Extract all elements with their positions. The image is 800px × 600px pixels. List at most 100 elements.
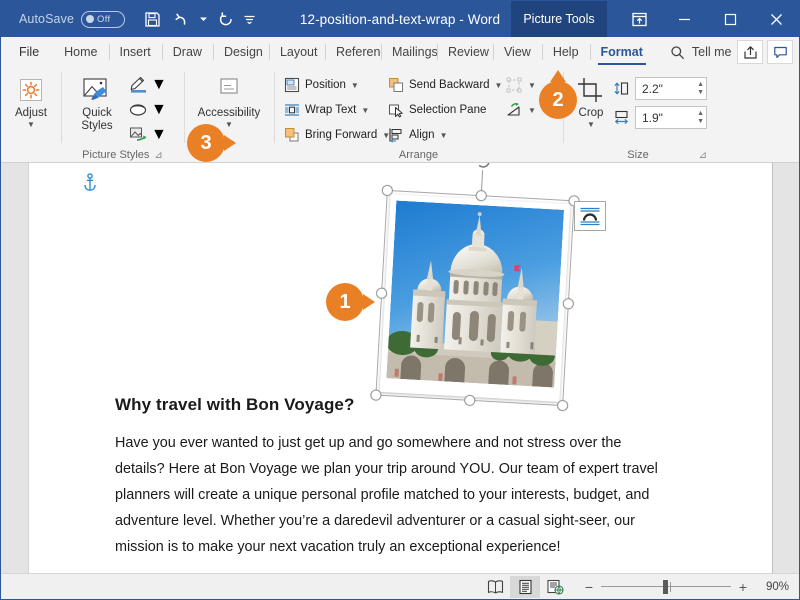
resize-handle-bottom-center[interactable] (463, 394, 476, 407)
callout-1: 1 (326, 283, 375, 321)
crop-icon (575, 74, 607, 106)
shape-width-stepper[interactable]: ▲ ▼ (697, 110, 704, 125)
resize-handle-bottom-left[interactable] (370, 389, 382, 401)
document-area[interactable]: Why travel with Bon Voyage? Have you eve… (1, 163, 799, 573)
chevron-down-icon[interactable]: ▼ (225, 121, 233, 129)
minimize-button[interactable] (661, 1, 707, 37)
chevron-down-icon[interactable]: ▼ (528, 106, 536, 115)
send-backward-icon (387, 76, 405, 94)
quick-access-toolbar (139, 6, 257, 32)
autosave-switch[interactable]: Off (81, 10, 126, 28)
ribbon-group-adjust-label (7, 146, 55, 163)
resize-handle-top-center[interactable] (474, 189, 487, 202)
chevron-down-icon[interactable]: ▼ (440, 131, 448, 140)
chevron-down-icon[interactable]: ▼ (528, 81, 536, 90)
save-icon[interactable] (139, 6, 165, 32)
pen-border-icon (129, 76, 148, 94)
align-button[interactable]: Align ▼ (384, 123, 502, 147)
shape-height-value: 2.2" (642, 81, 663, 96)
maximize-button[interactable] (707, 1, 753, 37)
rotate-handle-icon[interactable] (472, 163, 493, 171)
comments-button[interactable] (767, 40, 793, 64)
resize-handle-bottom-right[interactable] (556, 399, 569, 412)
zoom-slider[interactable] (601, 579, 731, 594)
shape-width-value: 1.9" (642, 110, 663, 125)
chevron-down-icon[interactable]: ▼ (151, 76, 167, 94)
size-fields: 2.2" ▲ ▼ 1.9" ▲ ▼ (613, 71, 707, 129)
contextual-tab-picture-tools[interactable]: Picture Tools (511, 1, 607, 37)
adjust-label: Adjust (15, 107, 47, 119)
zoom-control: − + 90% (584, 579, 789, 595)
tab-format[interactable]: Format (589, 37, 654, 67)
selection-pane-button[interactable]: Selection Pane (384, 98, 502, 122)
layout-options-button[interactable] (574, 201, 606, 231)
web-layout-button[interactable] (540, 576, 570, 598)
share-button[interactable] (737, 40, 763, 64)
size-dialog-launcher[interactable]: ⊿ (699, 150, 707, 161)
chevron-down-icon[interactable]: ▼ (361, 106, 369, 115)
resize-handle-top-left[interactable] (381, 184, 394, 197)
tab-help[interactable]: Help (541, 37, 590, 67)
tab-layout[interactable]: Layout (268, 37, 325, 67)
sacre-coeur-picture[interactable] (370, 163, 580, 412)
chevron-down-icon[interactable]: ▼ (587, 121, 595, 129)
tab-insert[interactable]: Insert (108, 37, 162, 67)
print-layout-button[interactable] (510, 575, 540, 598)
autosave-toggle[interactable]: AutoSave Off (19, 10, 126, 28)
send-backward-button[interactable]: Send Backward ▼ (384, 73, 502, 97)
tab-mailings[interactable]: Mailings (380, 37, 437, 67)
chevron-down-icon[interactable]: ▼ (151, 126, 167, 144)
shape-width-field[interactable]: 1.9" ▲ ▼ (635, 106, 707, 129)
shape-height-field[interactable]: 2.2" ▲ ▼ (635, 77, 707, 100)
zoom-in-button[interactable]: + (738, 579, 748, 595)
height-icon (613, 80, 630, 97)
redo-icon[interactable] (213, 6, 239, 32)
read-mode-button[interactable] (480, 576, 510, 598)
tab-design[interactable]: Design (212, 37, 269, 67)
width-icon (613, 109, 630, 126)
callout-3-number: 3 (200, 131, 212, 154)
picture-border-button[interactable]: ▼ (127, 73, 169, 97)
zoom-level-label[interactable]: 90% (755, 581, 789, 593)
arrange-col-1: Position ▼ Wrap Text ▼ Bring Forward ▼ (280, 71, 390, 147)
picture-effects-button[interactable]: ▼ (127, 98, 169, 122)
resize-handle-middle-left[interactable] (375, 286, 388, 299)
bring-forward-button[interactable]: Bring Forward ▼ (280, 123, 390, 147)
page-body-text: Have you ever wanted to just get up and … (115, 435, 658, 555)
tab-references[interactable]: References (324, 37, 381, 67)
page-heading: Why travel with Bon Voyage? (115, 395, 355, 414)
rotate-icon (505, 101, 523, 119)
chevron-down-icon[interactable]: ▼ (151, 101, 167, 119)
quick-styles-button[interactable]: Quick Styles (67, 71, 127, 133)
undo-dropdown-icon[interactable] (195, 6, 211, 32)
adjust-button[interactable]: Adjust ▼ (7, 71, 55, 129)
resize-handle-middle-right[interactable] (562, 297, 575, 310)
arrange-label-text: Arrange (398, 149, 439, 161)
picture-styles-dialog-launcher[interactable]: ⊿ (154, 150, 162, 161)
picture-layout-button[interactable]: ▼ (127, 123, 169, 147)
tab-draw[interactable]: Draw (161, 37, 213, 67)
customize-qat-icon[interactable] (241, 6, 257, 32)
ribbon-display-options-button[interactable] (617, 1, 661, 37)
tab-file[interactable]: File (1, 37, 53, 67)
tab-home[interactable]: Home (53, 37, 108, 67)
window-controls (617, 1, 799, 37)
shape-height-stepper[interactable]: ▲ ▼ (697, 81, 704, 96)
document-page[interactable]: Why travel with Bon Voyage? Have you eve… (28, 163, 773, 573)
tell-me-box[interactable]: Tell me (670, 37, 732, 67)
tab-view[interactable]: View (492, 37, 542, 67)
zoom-slider-thumb[interactable] (663, 579, 669, 594)
close-button[interactable] (753, 1, 799, 37)
zoom-out-button[interactable]: − (584, 579, 594, 595)
position-button[interactable]: Position ▼ (280, 73, 384, 97)
wrap-text-button[interactable]: Wrap Text ▼ (280, 98, 384, 122)
chevron-down-icon[interactable]: ▼ (27, 121, 35, 129)
tab-review[interactable]: Review (436, 37, 493, 67)
autosave-label: AutoSave (19, 12, 75, 26)
alt-text-button[interactable]: Accessibility ▼ (190, 71, 268, 129)
chevron-down-icon[interactable]: ▼ (351, 81, 359, 90)
picture-style-icon (81, 74, 113, 106)
undo-icon[interactable] (167, 6, 193, 32)
title-bar: AutoSave Off 12-position-and-text-wrap -… (1, 1, 799, 37)
ribbon-group-size-label: Size ⊿ (569, 146, 707, 163)
